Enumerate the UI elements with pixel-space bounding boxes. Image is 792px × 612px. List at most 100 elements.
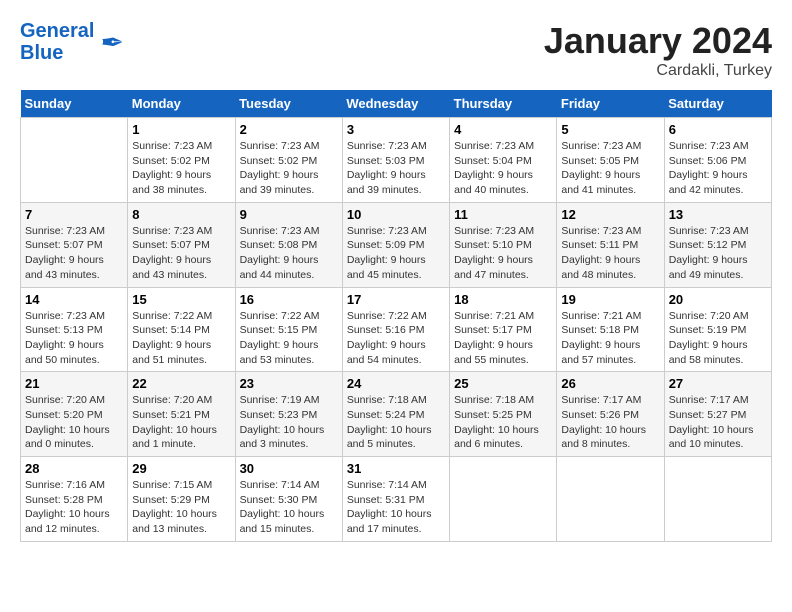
page-header: General Blue ✒ January 2024 Cardakli, Tu… — [20, 20, 772, 80]
day-cell: 1Sunrise: 7:23 AM Sunset: 5:02 PM Daylig… — [128, 118, 235, 203]
logo: General Blue ✒ — [20, 20, 124, 64]
day-number: 5 — [561, 122, 659, 137]
day-cell: 22 Sunrise: 7:20 AM Sunset: 5:21 PM Dayli… — [128, 372, 235, 457]
day-number: 3 — [347, 122, 445, 137]
day-cell: 3 Sunrise: 7:23 AM Sunset: 5:03 PM Daylig… — [342, 118, 449, 203]
day-cell: 21 Sunrise: 7:20 AM Sunset: 5:20 PM Dayli… — [21, 372, 128, 457]
day-cell: 10Sunrise: 7:23 AM Sunset: 5:09 PM Dayli… — [342, 202, 449, 287]
day-info: Sunrise: 7:23 AM Sunset: 5:07 PM Dayligh… — [132, 224, 230, 283]
day-number: 8 — [132, 207, 230, 222]
day-info: Sunrise: 7:15 AM Sunset: 5:29 PM Dayligh… — [132, 478, 230, 537]
day-number: 16 — [240, 292, 338, 307]
day-info: Sunrise: 7:23 AM Sunset: 5:06 PM Dayligh… — [669, 139, 767, 198]
week-row-5: 28 Sunrise: 7:16 AM Sunset: 5:28 PM Dayli… — [21, 457, 772, 542]
day-cell: 30 Sunrise: 7:14 AM Sunset: 5:30 PM Dayli… — [235, 457, 342, 542]
day-cell: 2Sunrise: 7:23 AM Sunset: 5:02 PM Daylig… — [235, 118, 342, 203]
day-cell: 26Sunrise: 7:17 AM Sunset: 5:26 PM Dayli… — [557, 372, 664, 457]
day-number: 31 — [347, 461, 445, 476]
day-info: Sunrise: 7:23 AM Sunset: 5:04 PM Dayligh… — [454, 139, 552, 198]
day-cell: 9Sunrise: 7:23 AM Sunset: 5:08 PM Daylig… — [235, 202, 342, 287]
day-number: 22 — [132, 376, 230, 391]
day-cell: 6Sunrise: 7:23 AM Sunset: 5:06 PM Daylig… — [664, 118, 771, 203]
day-info: Sunrise: 7:23 AM Sunset: 5:03 PM Dayligh… — [347, 139, 445, 198]
day-cell: 14 Sunrise: 7:23 AM Sunset: 5:13 PM Dayli… — [21, 287, 128, 372]
day-cell — [557, 457, 664, 542]
day-number: 21 — [25, 376, 123, 391]
day-cell: 17 Sunrise: 7:22 AM Sunset: 5:16 PM Dayli… — [342, 287, 449, 372]
day-info: Sunrise: 7:20 AM Sunset: 5:20 PM Dayligh… — [25, 393, 123, 452]
day-number: 19 — [561, 292, 659, 307]
day-cell: 25 Sunrise: 7:18 AM Sunset: 5:25 PM Dayli… — [450, 372, 557, 457]
week-row-3: 14 Sunrise: 7:23 AM Sunset: 5:13 PM Dayli… — [21, 287, 772, 372]
header-monday: Monday — [128, 90, 235, 118]
logo-bird-icon: ✒ — [100, 26, 123, 59]
day-cell: 20 Sunrise: 7:20 AM Sunset: 5:19 PM Dayli… — [664, 287, 771, 372]
day-info: Sunrise: 7:18 AM Sunset: 5:25 PM Dayligh… — [454, 393, 552, 452]
day-number: 25 — [454, 376, 552, 391]
day-number: 4 — [454, 122, 552, 137]
day-info: Sunrise: 7:20 AM Sunset: 5:21 PM Dayligh… — [132, 393, 230, 452]
day-cell: 8 Sunrise: 7:23 AM Sunset: 5:07 PM Daylig… — [128, 202, 235, 287]
day-cell: 13 Sunrise: 7:23 AM Sunset: 5:12 PM Dayli… — [664, 202, 771, 287]
day-number: 30 — [240, 461, 338, 476]
month-title: January 2024 — [544, 20, 772, 62]
day-cell: 23 Sunrise: 7:19 AM Sunset: 5:23 PM Dayli… — [235, 372, 342, 457]
day-cell: 27Sunrise: 7:17 AM Sunset: 5:27 PM Dayli… — [664, 372, 771, 457]
day-info: Sunrise: 7:21 AM Sunset: 5:18 PM Dayligh… — [561, 309, 659, 368]
day-info: Sunrise: 7:18 AM Sunset: 5:24 PM Dayligh… — [347, 393, 445, 452]
day-number: 17 — [347, 292, 445, 307]
location: Cardakli, Turkey — [544, 62, 772, 80]
day-cell: 11Sunrise: 7:23 AM Sunset: 5:10 PM Dayli… — [450, 202, 557, 287]
day-number: 12 — [561, 207, 659, 222]
day-info: Sunrise: 7:16 AM Sunset: 5:28 PM Dayligh… — [25, 478, 123, 537]
day-info: Sunrise: 7:22 AM Sunset: 5:15 PM Dayligh… — [240, 309, 338, 368]
day-cell: 12 Sunrise: 7:23 AM Sunset: 5:11 PM Dayli… — [557, 202, 664, 287]
day-cell: 31Sunrise: 7:14 AM Sunset: 5:31 PM Dayli… — [342, 457, 449, 542]
day-number: 13 — [669, 207, 767, 222]
day-number: 23 — [240, 376, 338, 391]
day-info: Sunrise: 7:22 AM Sunset: 5:14 PM Dayligh… — [132, 309, 230, 368]
day-cell: 18Sunrise: 7:21 AM Sunset: 5:17 PM Dayli… — [450, 287, 557, 372]
day-info: Sunrise: 7:22 AM Sunset: 5:16 PM Dayligh… — [347, 309, 445, 368]
day-number: 9 — [240, 207, 338, 222]
day-number: 29 — [132, 461, 230, 476]
week-row-2: 7 Sunrise: 7:23 AM Sunset: 5:07 PM Daylig… — [21, 202, 772, 287]
day-info: Sunrise: 7:14 AM Sunset: 5:30 PM Dayligh… — [240, 478, 338, 537]
day-number: 7 — [25, 207, 123, 222]
day-cell: 15Sunrise: 7:22 AM Sunset: 5:14 PM Dayli… — [128, 287, 235, 372]
day-cell: 7 Sunrise: 7:23 AM Sunset: 5:07 PM Daylig… — [21, 202, 128, 287]
day-cell — [450, 457, 557, 542]
day-number: 28 — [25, 461, 123, 476]
calendar-header-row: SundayMondayTuesdayWednesdayThursdayFrid… — [21, 90, 772, 118]
header-tuesday: Tuesday — [235, 90, 342, 118]
day-number: 27 — [669, 376, 767, 391]
day-info: Sunrise: 7:23 AM Sunset: 5:12 PM Dayligh… — [669, 224, 767, 283]
day-info: Sunrise: 7:23 AM Sunset: 5:13 PM Dayligh… — [25, 309, 123, 368]
day-cell: 28 Sunrise: 7:16 AM Sunset: 5:28 PM Dayli… — [21, 457, 128, 542]
day-number: 2 — [240, 122, 338, 137]
day-info: Sunrise: 7:23 AM Sunset: 5:07 PM Dayligh… — [25, 224, 123, 283]
day-number: 18 — [454, 292, 552, 307]
day-number: 14 — [25, 292, 123, 307]
day-info: Sunrise: 7:20 AM Sunset: 5:19 PM Dayligh… — [669, 309, 767, 368]
logo-general: General — [20, 20, 94, 42]
day-cell — [21, 118, 128, 203]
day-info: Sunrise: 7:23 AM Sunset: 5:11 PM Dayligh… — [561, 224, 659, 283]
header-friday: Friday — [557, 90, 664, 118]
header-saturday: Saturday — [664, 90, 771, 118]
header-wednesday: Wednesday — [342, 90, 449, 118]
day-number: 20 — [669, 292, 767, 307]
header-sunday: Sunday — [21, 90, 128, 118]
day-info: Sunrise: 7:19 AM Sunset: 5:23 PM Dayligh… — [240, 393, 338, 452]
calendar-table: SundayMondayTuesdayWednesdayThursdayFrid… — [20, 90, 772, 542]
day-cell: 19 Sunrise: 7:21 AM Sunset: 5:18 PM Dayli… — [557, 287, 664, 372]
day-number: 10 — [347, 207, 445, 222]
header-thursday: Thursday — [450, 90, 557, 118]
day-cell: 4 Sunrise: 7:23 AM Sunset: 5:04 PM Daylig… — [450, 118, 557, 203]
day-cell — [664, 457, 771, 542]
day-info: Sunrise: 7:23 AM Sunset: 5:05 PM Dayligh… — [561, 139, 659, 198]
title-block: January 2024 Cardakli, Turkey — [544, 20, 772, 80]
day-info: Sunrise: 7:23 AM Sunset: 5:10 PM Dayligh… — [454, 224, 552, 283]
day-cell: 16 Sunrise: 7:22 AM Sunset: 5:15 PM Dayli… — [235, 287, 342, 372]
day-info: Sunrise: 7:17 AM Sunset: 5:26 PM Dayligh… — [561, 393, 659, 452]
